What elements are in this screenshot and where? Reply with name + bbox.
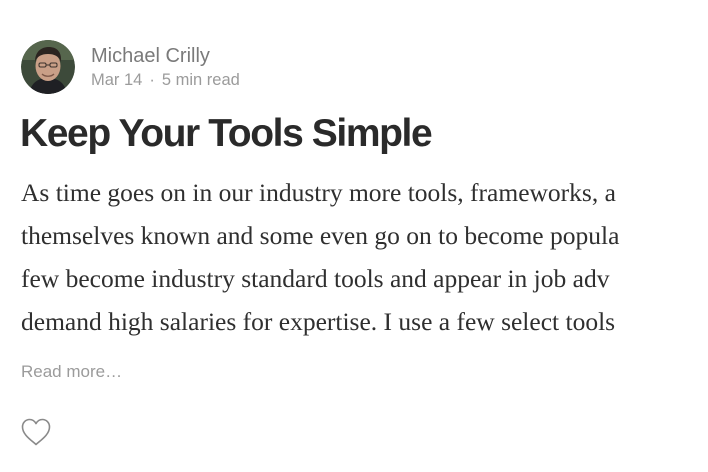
post-meta: Mar 14 · 5 min read (91, 69, 240, 91)
post-card: Michael Crilly Mar 14 · 5 min read Keep Yo… (0, 0, 708, 472)
post-date[interactable]: Mar 14 (91, 71, 142, 89)
excerpt-line: themselves known and some even go on to … (21, 221, 620, 250)
excerpt-line: few become industry standard tools and a… (21, 264, 610, 293)
like-button[interactable] (20, 417, 52, 447)
meta-separator: · (149, 70, 155, 89)
read-more-link[interactable]: Read more… (21, 360, 122, 384)
author-meta: Michael Crilly Mar 14 · 5 min read (91, 44, 240, 91)
author-name-link[interactable]: Michael Crilly (91, 44, 240, 68)
author-row: Michael Crilly Mar 14 · 5 min read (21, 40, 240, 94)
excerpt-line: demand high salaries for expertise. I us… (21, 307, 616, 336)
author-avatar[interactable] (21, 40, 75, 94)
excerpt-line: As time goes on in our industry more too… (21, 178, 616, 207)
post-excerpt[interactable]: As time goes on in our industry more too… (21, 171, 708, 343)
post-title[interactable]: Keep Your Tools Simple (20, 110, 433, 158)
read-time: 5 min read (161, 70, 240, 89)
heart-outline-icon (21, 418, 51, 446)
